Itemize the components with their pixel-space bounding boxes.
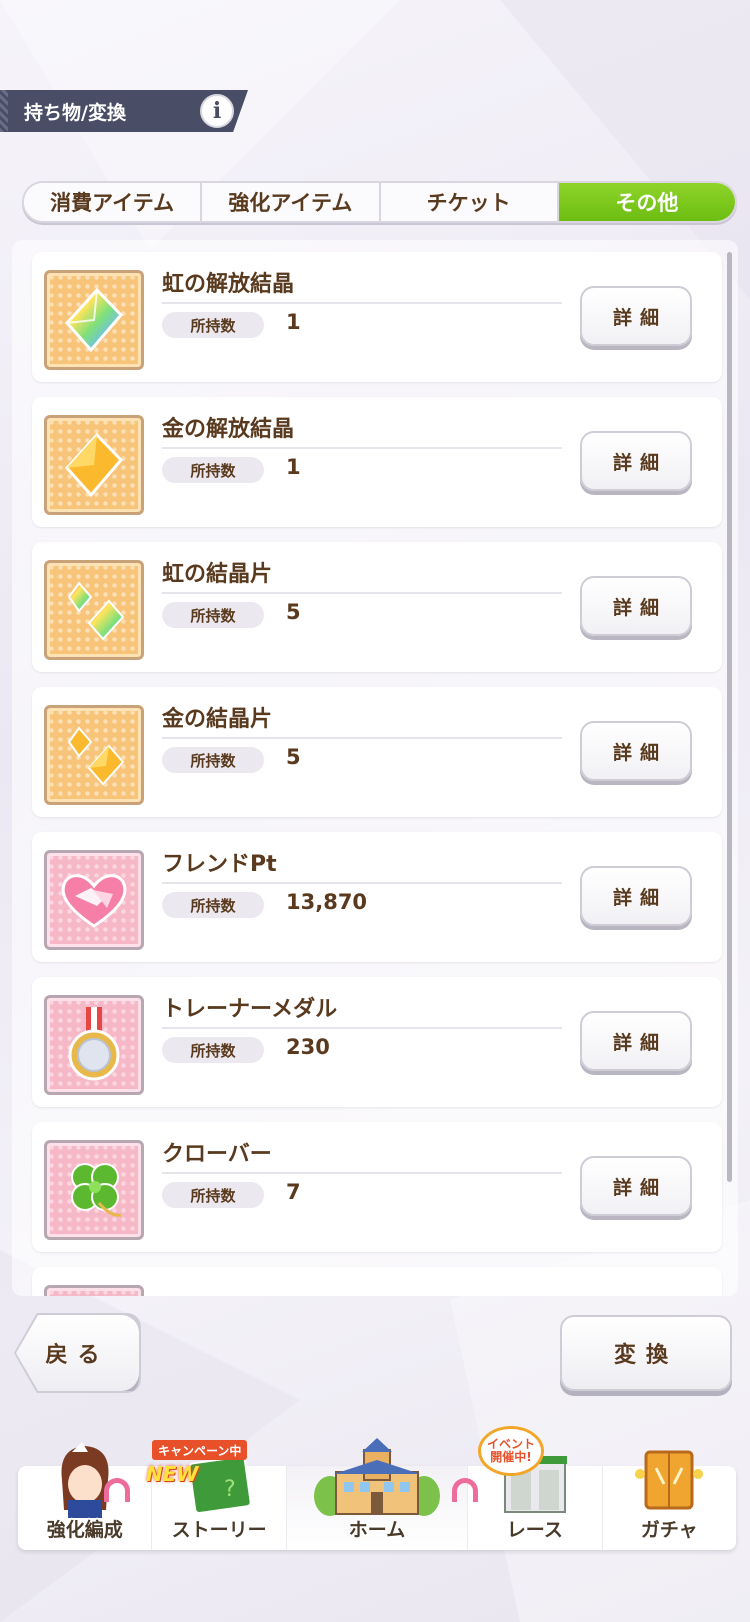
- campaign-badge: キャンペーン中: [152, 1440, 248, 1460]
- horseshoe-icon: [452, 1478, 478, 1502]
- divider: [162, 447, 562, 449]
- item-name: クローバー: [162, 1142, 272, 1167]
- gold-shard-icon: [44, 705, 144, 805]
- list-item: フレンドPt 所持数 13,870 詳細: [32, 832, 722, 962]
- nav-race[interactable]: レース: [468, 1456, 603, 1550]
- page-title-text: 持ち物/変換: [24, 101, 126, 124]
- detail-button[interactable]: 詳細: [580, 721, 692, 781]
- tab-other[interactable]: その他: [558, 183, 735, 221]
- list-item: 虹の結晶片 所持数 5 詳細: [32, 542, 722, 672]
- tab-tickets[interactable]: チケット: [380, 183, 559, 221]
- nav-enhance[interactable]: 強化編成: [18, 1442, 153, 1550]
- list-item-partial: [32, 1267, 722, 1296]
- quantity-value: 1: [286, 310, 301, 334]
- item-icon: [44, 1285, 144, 1296]
- tab-consumables[interactable]: 消費アイテム: [24, 183, 203, 221]
- event-badge: イベント 開催中!: [478, 1426, 544, 1476]
- item-name: 虹の結晶片: [162, 562, 273, 587]
- divider: [162, 1027, 562, 1029]
- detail-button[interactable]: 詳細: [580, 431, 692, 491]
- quantity-value: 7: [286, 1180, 301, 1204]
- quantity-label: 所持数: [162, 602, 264, 628]
- item-name: 金の結晶片: [162, 707, 273, 732]
- quantity-value: 1: [286, 455, 301, 479]
- detail-button[interactable]: 詳細: [580, 1011, 692, 1071]
- item-name: トレーナーメダル: [162, 997, 338, 1022]
- list-item: 虹の解放結晶 所持数 1 詳細: [32, 252, 722, 382]
- quantity-label: 所持数: [162, 1037, 264, 1063]
- horseshoe-icon: [104, 1478, 130, 1502]
- detail-button[interactable]: 詳細: [580, 866, 692, 926]
- divider: [162, 737, 562, 739]
- quantity-label: 所持数: [162, 892, 264, 918]
- quantity-label: 所持数: [162, 457, 264, 483]
- clover-icon: [44, 1140, 144, 1240]
- quantity-value: 5: [286, 745, 301, 769]
- detail-button[interactable]: 詳細: [580, 286, 692, 346]
- nav-label: ホーム: [348, 1519, 406, 1541]
- svg-text:?: ?: [224, 1477, 236, 1502]
- item-name: フレンドPt: [162, 852, 277, 877]
- nav-label: レース: [506, 1519, 563, 1541]
- gold-crystal-icon: [44, 415, 144, 515]
- tab-enhancement[interactable]: 強化アイテム: [202, 183, 381, 221]
- back-button[interactable]: 戻る: [16, 1315, 139, 1391]
- nav-label: 強化編成: [46, 1519, 123, 1541]
- quantity-label: 所持数: [162, 1182, 264, 1208]
- quantity-label: 所持数: [162, 312, 264, 338]
- quantity-value: 13,870: [286, 890, 368, 914]
- bottom-nav: 強化編成 ? ストーリー ホーム レース ガチャ: [18, 1438, 736, 1550]
- rainbow-shard-icon: [44, 560, 144, 660]
- category-tabs: 消費アイテム 強化アイテム チケット その他: [22, 181, 737, 223]
- nav-gacha[interactable]: ガチャ: [603, 1450, 736, 1550]
- item-name: 虹の解放結晶: [162, 272, 295, 297]
- nav-home[interactable]: ホーム: [286, 1438, 469, 1550]
- new-badge: NEW: [146, 1462, 199, 1486]
- quantity-value: 230: [286, 1035, 330, 1059]
- school-building-icon: [313, 1438, 440, 1516]
- divider: [162, 302, 562, 304]
- list-item: クローバー 所持数 7 詳細: [32, 1122, 722, 1252]
- detail-button[interactable]: 詳細: [580, 1156, 692, 1216]
- list-item: トレーナーメダル 所持数 230 詳細: [32, 977, 722, 1107]
- scrollbar[interactable]: [727, 252, 732, 1182]
- divider: [162, 592, 562, 594]
- quantity-value: 5: [286, 600, 301, 624]
- nav-label: ガチャ: [640, 1519, 698, 1541]
- divider: [162, 1172, 562, 1174]
- handshake-icon: [44, 850, 144, 950]
- divider: [162, 882, 562, 884]
- medal-icon: [44, 995, 144, 1095]
- rainbow-crystal-icon: [44, 270, 144, 370]
- item-name: 金の解放結晶: [162, 417, 295, 442]
- event-badge-line2: 開催中!: [490, 1450, 532, 1464]
- gacha-door-icon: [635, 1450, 704, 1510]
- quantity-label: 所持数: [162, 747, 264, 773]
- detail-button[interactable]: 詳細: [580, 576, 692, 636]
- info-icon[interactable]: i: [200, 94, 234, 128]
- list-item: 金の解放結晶 所持数 1 詳細: [32, 397, 722, 527]
- item-list[interactable]: 虹の解放結晶 所持数 1 詳細 金の解放結晶 所持数 1 詳細 虹の結晶片 所持…: [12, 240, 738, 1296]
- nav-label: ストーリー: [171, 1519, 267, 1541]
- list-item: 金の結晶片 所持数 5 詳細: [32, 687, 722, 817]
- convert-button[interactable]: 変換: [560, 1315, 732, 1391]
